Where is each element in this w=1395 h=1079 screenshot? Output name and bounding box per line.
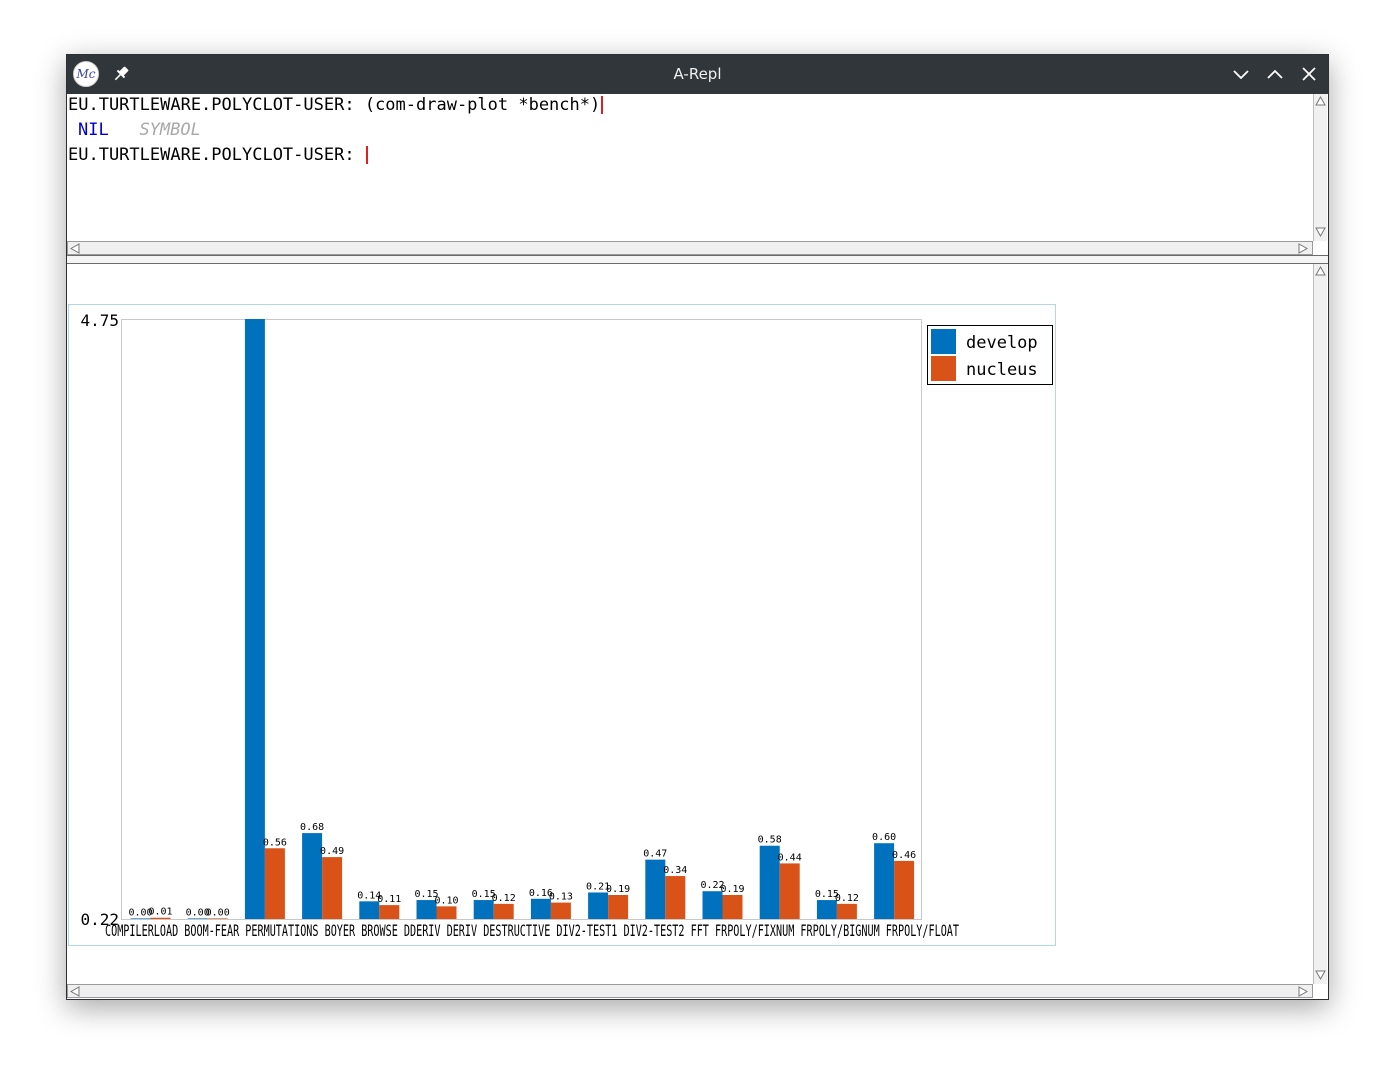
data-label-nucleus: 0.12	[835, 893, 859, 904]
maximize-icon[interactable]	[1265, 64, 1285, 84]
bar-nucleus	[894, 860, 915, 919]
repl-interactor[interactable]: EU.TURTLEWARE.POLYCLOT-USER: (com-draw-p…	[67, 94, 1313, 241]
bar-nucleus	[665, 876, 686, 919]
repl-vertical-scrollbar[interactable]	[1313, 94, 1327, 241]
data-label-develop: 0.58	[758, 835, 782, 846]
scroll-left-arrow-icon	[70, 986, 80, 997]
data-label-nucleus: 0.19	[720, 884, 744, 895]
data-label-nucleus: 0.11	[377, 894, 401, 905]
bar-nucleus	[436, 906, 457, 919]
plot-horizontal-scrollbar[interactable]	[67, 984, 1313, 998]
pane-divider[interactable]	[67, 255, 1328, 264]
result-value[interactable]: NIL	[78, 120, 109, 140]
window-title: A-Repl	[673, 65, 722, 83]
bar-develop	[702, 891, 723, 919]
plot-area	[121, 319, 922, 920]
bar-nucleus	[550, 902, 571, 919]
scroll-up-arrow-icon	[1315, 266, 1326, 276]
repl-window: Mc A-Repl EU.TURTLEWARE.POLYCLOT-USER: (…	[66, 54, 1329, 1000]
data-label-nucleus: 0.10	[434, 895, 458, 906]
repl-input-line[interactable]: EU.TURTLEWARE.POLYCLOT-USER: (com-draw-p…	[68, 95, 604, 115]
legend-label-develop: develop	[966, 333, 1038, 353]
text-caret-active	[365, 146, 368, 164]
bar-develop	[588, 892, 609, 919]
legend-swatch-develop	[931, 329, 956, 354]
bar-develop	[187, 918, 208, 919]
bar-nucleus	[379, 905, 400, 919]
data-label-nucleus: 0.49	[320, 846, 344, 857]
legend-swatch-nucleus	[931, 356, 956, 381]
data-label-nucleus: 0.56	[263, 837, 287, 848]
data-label-nucleus: 0.44	[778, 852, 802, 863]
result-type: SYMBOL	[139, 120, 201, 140]
bar-nucleus	[836, 903, 857, 919]
data-label-nucleus: 0.00	[206, 907, 230, 918]
data-label-nucleus: 0.13	[549, 892, 573, 903]
repl-prompt-2: EU.TURTLEWARE.POLYCLOT-USER:	[68, 145, 355, 165]
repl-prompt-line[interactable]: EU.TURTLEWARE.POLYCLOT-USER:	[68, 145, 368, 165]
legend-label-nucleus: nucleus	[966, 360, 1038, 380]
repl-result: NIL SYMBOL	[78, 120, 201, 140]
bar-nucleus	[207, 918, 228, 919]
minimize-icon[interactable]	[1231, 64, 1251, 84]
data-label-nucleus: 0.12	[492, 893, 516, 904]
data-label-develop: 0.68	[300, 822, 324, 833]
repl-horizontal-scrollbar[interactable]	[67, 241, 1313, 255]
scroll-up-arrow-icon	[1315, 96, 1326, 106]
bar-nucleus	[779, 863, 800, 919]
scroll-down-arrow-icon	[1315, 970, 1326, 980]
y-tick-label: 4.75	[80, 311, 119, 330]
bar-nucleus	[608, 895, 629, 919]
plot-pane: 4.75 0.22 0.00 0.00 0.68 0.14 0.15 0.15 0.16 0.21…	[67, 264, 1313, 984]
scroll-left-arrow-icon	[70, 243, 80, 254]
bar-nucleus	[493, 903, 514, 919]
data-label-develop: 0.60	[872, 832, 896, 843]
repl-prompt: EU.TURTLEWARE.POLYCLOT-USER:	[68, 95, 355, 115]
data-label-nucleus: 0.19	[606, 884, 630, 895]
scroll-right-arrow-icon	[1298, 986, 1308, 997]
bar-nucleus	[722, 895, 743, 919]
data-label-nucleus: 0.01	[148, 907, 172, 918]
bar-chart: 4.750.22 0.00 0.000.680.14 0.15 0.15 0.160.21…	[68, 304, 1056, 946]
close-icon[interactable]	[1299, 64, 1319, 84]
bar-develop	[244, 319, 265, 919]
bar-nucleus	[264, 848, 285, 919]
x-axis-labels: COMPILERLOAD BOOM-FEAR PERMUTATIONS BOYE…	[105, 921, 959, 940]
data-label-develop: 0.47	[643, 849, 667, 860]
bar-develop	[130, 918, 151, 919]
repl-command: (com-draw-plot *bench*)	[364, 95, 601, 115]
scroll-down-arrow-icon	[1315, 227, 1326, 237]
text-caret	[601, 96, 604, 114]
plot-vertical-scrollbar[interactable]	[1313, 264, 1327, 984]
bar-nucleus	[322, 857, 343, 919]
scroll-right-arrow-icon	[1298, 243, 1308, 254]
title-bar[interactable]: Mc A-Repl	[67, 55, 1328, 94]
bar-nucleus	[150, 917, 171, 919]
data-label-nucleus: 0.46	[892, 850, 916, 861]
data-label-nucleus: 0.34	[663, 865, 687, 876]
